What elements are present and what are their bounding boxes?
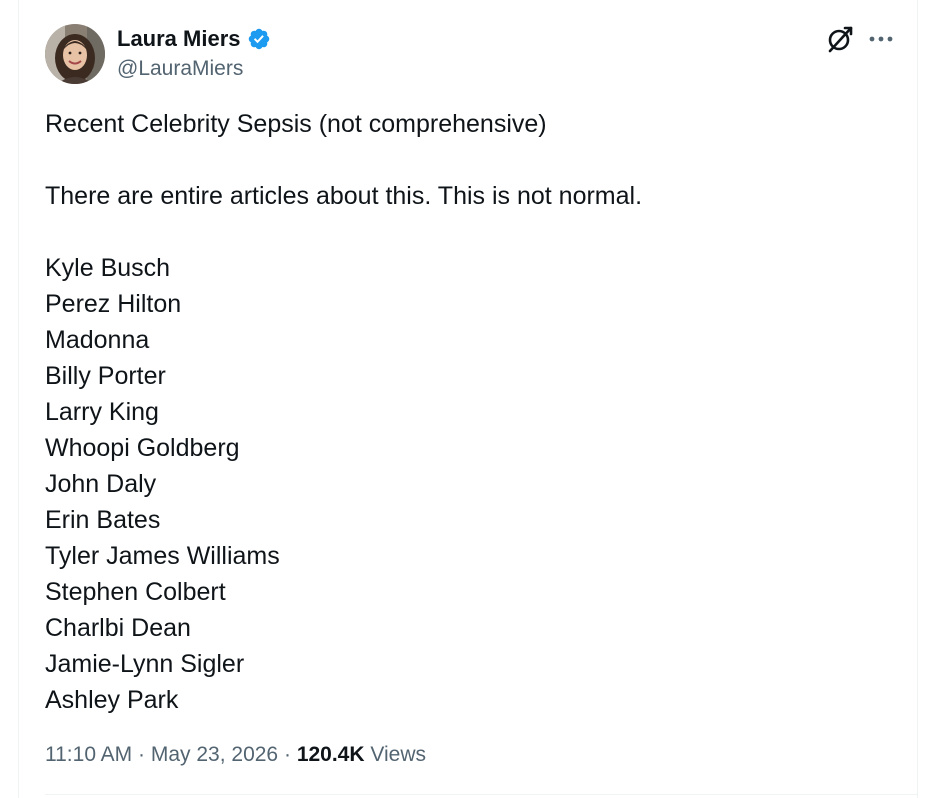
tweet-line: There are entire articles about this. Th…	[45, 182, 643, 210]
author-name-row: Laura Miers	[117, 24, 271, 54]
author-handle[interactable]: @LauraMiers	[117, 55, 243, 83]
tweet-card: Laura Miers @LauraMiers Recent Celebrity…	[18, 0, 918, 798]
tweet-time: 11:10 AM	[45, 743, 133, 766]
name-list-item: Kyle Busch	[45, 254, 171, 282]
name-list-item: John Daly	[45, 470, 157, 498]
avatar[interactable]	[45, 24, 105, 84]
line-break	[45, 142, 905, 178]
tweet-date: May 23, 2026	[150, 743, 279, 766]
name-list-item: Jamie-Lynn Sigler	[45, 650, 245, 678]
name-list-item: Perez Hilton	[45, 290, 182, 318]
author-name[interactable]: Laura Miers	[117, 24, 241, 54]
tweet-time-link[interactable]: 11:10 AM · May 23, 2026	[45, 743, 278, 766]
avatar-image	[45, 24, 105, 84]
name-list-item: Tyler James Williams	[45, 542, 280, 570]
name-list-item: Larry King	[45, 398, 159, 426]
meta-separator: ·	[138, 743, 146, 766]
name-list-item: Ashley Park	[45, 686, 179, 714]
name-list-item: Billy Porter	[45, 362, 166, 390]
tweet-line: Recent Celebrity Sepsis (not comprehensi…	[45, 110, 547, 138]
name-list-item: Whoopi Goldberg	[45, 434, 240, 462]
name-list-item: Stephen Colbert	[45, 578, 226, 606]
views-label: Views	[370, 743, 427, 766]
name-list-item: Madonna	[45, 326, 150, 354]
tweet-text: Recent Celebrity Sepsis (not comprehensi…	[45, 106, 905, 718]
name-list-item: Erin Bates	[45, 506, 161, 534]
meta-separator: ·	[283, 743, 291, 766]
grok-icon[interactable]	[825, 24, 855, 54]
line-break	[45, 214, 905, 250]
views-count: 120.4K	[296, 743, 365, 766]
more-options-icon[interactable]	[867, 26, 895, 52]
name-list-item: Charlbi Dean	[45, 614, 191, 642]
divider	[45, 794, 917, 795]
tweet-meta: 11:10 AM · May 23, 2026 · 120.4K Views	[45, 738, 426, 772]
verified-badge-icon	[247, 27, 271, 51]
